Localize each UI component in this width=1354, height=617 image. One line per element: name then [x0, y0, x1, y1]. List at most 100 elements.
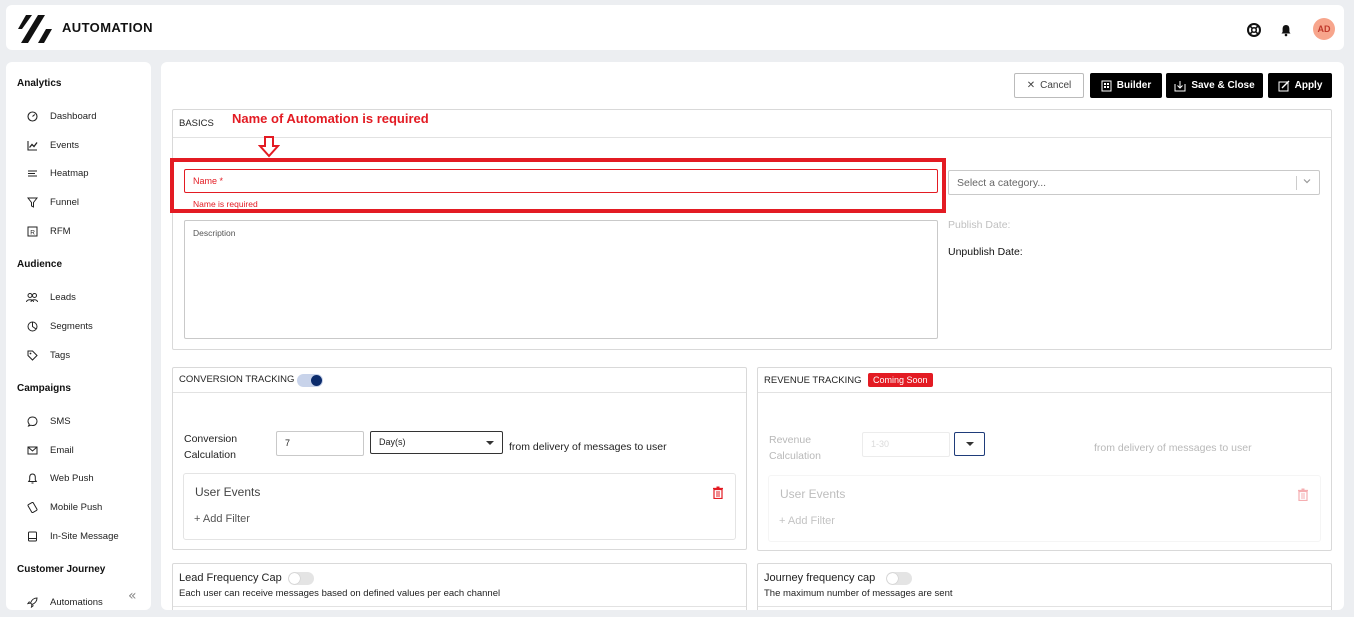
sidebar-item-heatmap[interactable]: Heatmap [26, 165, 89, 181]
unpublish-date-label: Unpublish Date: [948, 246, 1023, 258]
funnel-icon [26, 196, 38, 208]
conversion-suffix: from delivery of messages to user [509, 441, 667, 453]
chat-icon [26, 415, 38, 427]
divider [758, 392, 1331, 393]
sidebar-item-funnel[interactable]: Funnel [26, 194, 79, 210]
sidebar-item-label: RFM [50, 225, 71, 237]
revenue-heading: REVENUE TRACKING [764, 375, 862, 386]
cancel-button[interactable]: ✕ Cancel [1014, 73, 1084, 98]
category-select[interactable]: Select a category... [948, 170, 1320, 195]
publish-date-label: Publish Date: [948, 219, 1011, 231]
sidebar-section-analytics: Analytics [17, 78, 62, 89]
save-icon [1174, 80, 1186, 91]
unit-value: Day(s) [379, 437, 406, 447]
sidebar-item-label: Segments [50, 320, 93, 332]
apply-button[interactable]: Apply [1268, 73, 1332, 98]
sidebar-item-mobile-push[interactable]: Mobile Push [26, 499, 102, 515]
top-bar: AUTOMATION AD [6, 5, 1344, 50]
toggle-knob [311, 375, 322, 386]
dashboard-icon [26, 110, 38, 122]
sidebar-item-label: Email [50, 444, 74, 456]
sidebar-item-label: Web Push [50, 472, 94, 484]
journey-cap-toggle[interactable] [886, 572, 912, 585]
sidebar-section-customer-journey: Customer Journey [17, 564, 106, 575]
user-events-title: User Events [195, 485, 261, 499]
divider [173, 606, 746, 607]
sidebar-item-in-site-message[interactable]: In-Site Message [26, 528, 119, 544]
users-icon [26, 291, 38, 303]
revenue-trash-icon[interactable] [1297, 488, 1309, 501]
avatar[interactable]: AD [1313, 18, 1335, 40]
revenue-tracking-panel: REVENUE TRACKING Coming Soon Revenue Cal… [757, 367, 1332, 551]
revenue-calc-label-1: Revenue [769, 434, 812, 446]
logo-icon[interactable] [18, 13, 52, 45]
conversion-unit-select[interactable]: Day(s) [370, 431, 503, 454]
conversion-value-input[interactable]: 7 [276, 431, 364, 456]
divider [173, 137, 1331, 138]
builder-button[interactable]: Builder [1090, 73, 1162, 98]
rocket-icon [26, 596, 38, 608]
divider [758, 606, 1331, 607]
journey-cap-title: Journey frequency cap [764, 572, 876, 584]
line-chart-icon [26, 139, 38, 151]
lead-frequency-cap-panel: Lead Frequency Cap Each user can receive… [172, 563, 747, 610]
sidebar-item-label: Tags [50, 349, 71, 361]
divider [173, 392, 746, 393]
required-annotation: Name of Automation is required [232, 111, 429, 126]
svg-text:R: R [30, 229, 35, 236]
revenue-calc-label-2: Calculation [769, 450, 821, 462]
sidebar-item-label: In-Site Message [50, 530, 119, 542]
sidebar-item-web-push[interactable]: Web Push [26, 470, 94, 486]
sidebar-item-events[interactable]: Events [26, 137, 79, 153]
lead-cap-toggle[interactable] [288, 572, 314, 585]
sidebar-item-email[interactable]: Email [26, 442, 74, 458]
coming-soon-badge: Coming Soon [868, 373, 933, 387]
sidebar-item-leads[interactable]: Leads [26, 289, 76, 305]
help-icon[interactable] [1247, 23, 1261, 37]
collapse-sidebar-icon[interactable]: « [128, 588, 137, 604]
sidebar-item-label: Leads [50, 291, 76, 303]
sidebar-item-label: Dashboard [50, 110, 97, 122]
journey-frequency-cap-panel: Journey frequency cap The maximum number… [757, 563, 1332, 610]
caret-down-icon [486, 441, 494, 445]
pie-icon [26, 320, 38, 332]
mobile-push-icon [26, 501, 38, 513]
journey-cap-description: The maximum number of messages are sent [764, 588, 953, 599]
select-separator [1296, 176, 1297, 190]
mail-icon [26, 444, 38, 456]
rfm-icon: R [26, 225, 38, 237]
sidebar-section-audience: Audience [17, 259, 63, 270]
revenue-user-events-box: User Events + Add Filter [768, 475, 1321, 542]
name-input[interactable]: Name * [184, 169, 938, 193]
sidebar-item-label: Heatmap [50, 167, 89, 179]
save-close-button[interactable]: Save & Close [1166, 73, 1263, 98]
add-filter-button[interactable]: + Add Filter [194, 513, 250, 525]
sidebar-item-sms[interactable]: SMS [26, 413, 71, 429]
sidebar-item-dashboard[interactable]: Dashboard [26, 108, 96, 124]
toggle-knob [289, 573, 300, 584]
sidebar-item-rfm[interactable]: R RFM [26, 223, 71, 239]
sidebar-item-tags[interactable]: Tags [26, 347, 70, 363]
conversion-heading: CONVERSION TRACKING [179, 374, 295, 385]
bell-icon [26, 472, 38, 484]
sidebar-item-label: SMS [50, 415, 71, 427]
revenue-unit-select[interactable] [954, 432, 985, 456]
lead-cap-description: Each user can receive messages based on … [179, 588, 501, 599]
main-content: ✕ Cancel Builder Save & Close Apply BASI… [161, 62, 1344, 610]
name-error: Name is required [193, 199, 258, 209]
conversion-tracking-panel: CONVERSION TRACKING Conversion Calculati… [172, 367, 747, 550]
revenue-add-filter-button[interactable]: + Add Filter [779, 515, 835, 527]
notification-bell-icon[interactable] [1279, 23, 1293, 37]
conversion-toggle[interactable] [297, 374, 323, 387]
message-icon [26, 530, 38, 542]
app-title: AUTOMATION [62, 20, 153, 35]
conversion-calc-label-1: Conversion [184, 433, 238, 445]
description-textarea[interactable]: Description [184, 220, 938, 339]
revenue-value-input[interactable]: 1-30 [862, 432, 950, 457]
sidebar-item-automations[interactable]: Automations [26, 594, 103, 610]
trash-icon[interactable] [712, 486, 724, 499]
lead-cap-title: Lead Frequency Cap [179, 572, 282, 584]
caret-down-icon [966, 442, 974, 446]
sidebar: Analytics Dashboard Events Heatmap Funne… [6, 62, 151, 610]
sidebar-item-segments[interactable]: Segments [26, 318, 93, 334]
